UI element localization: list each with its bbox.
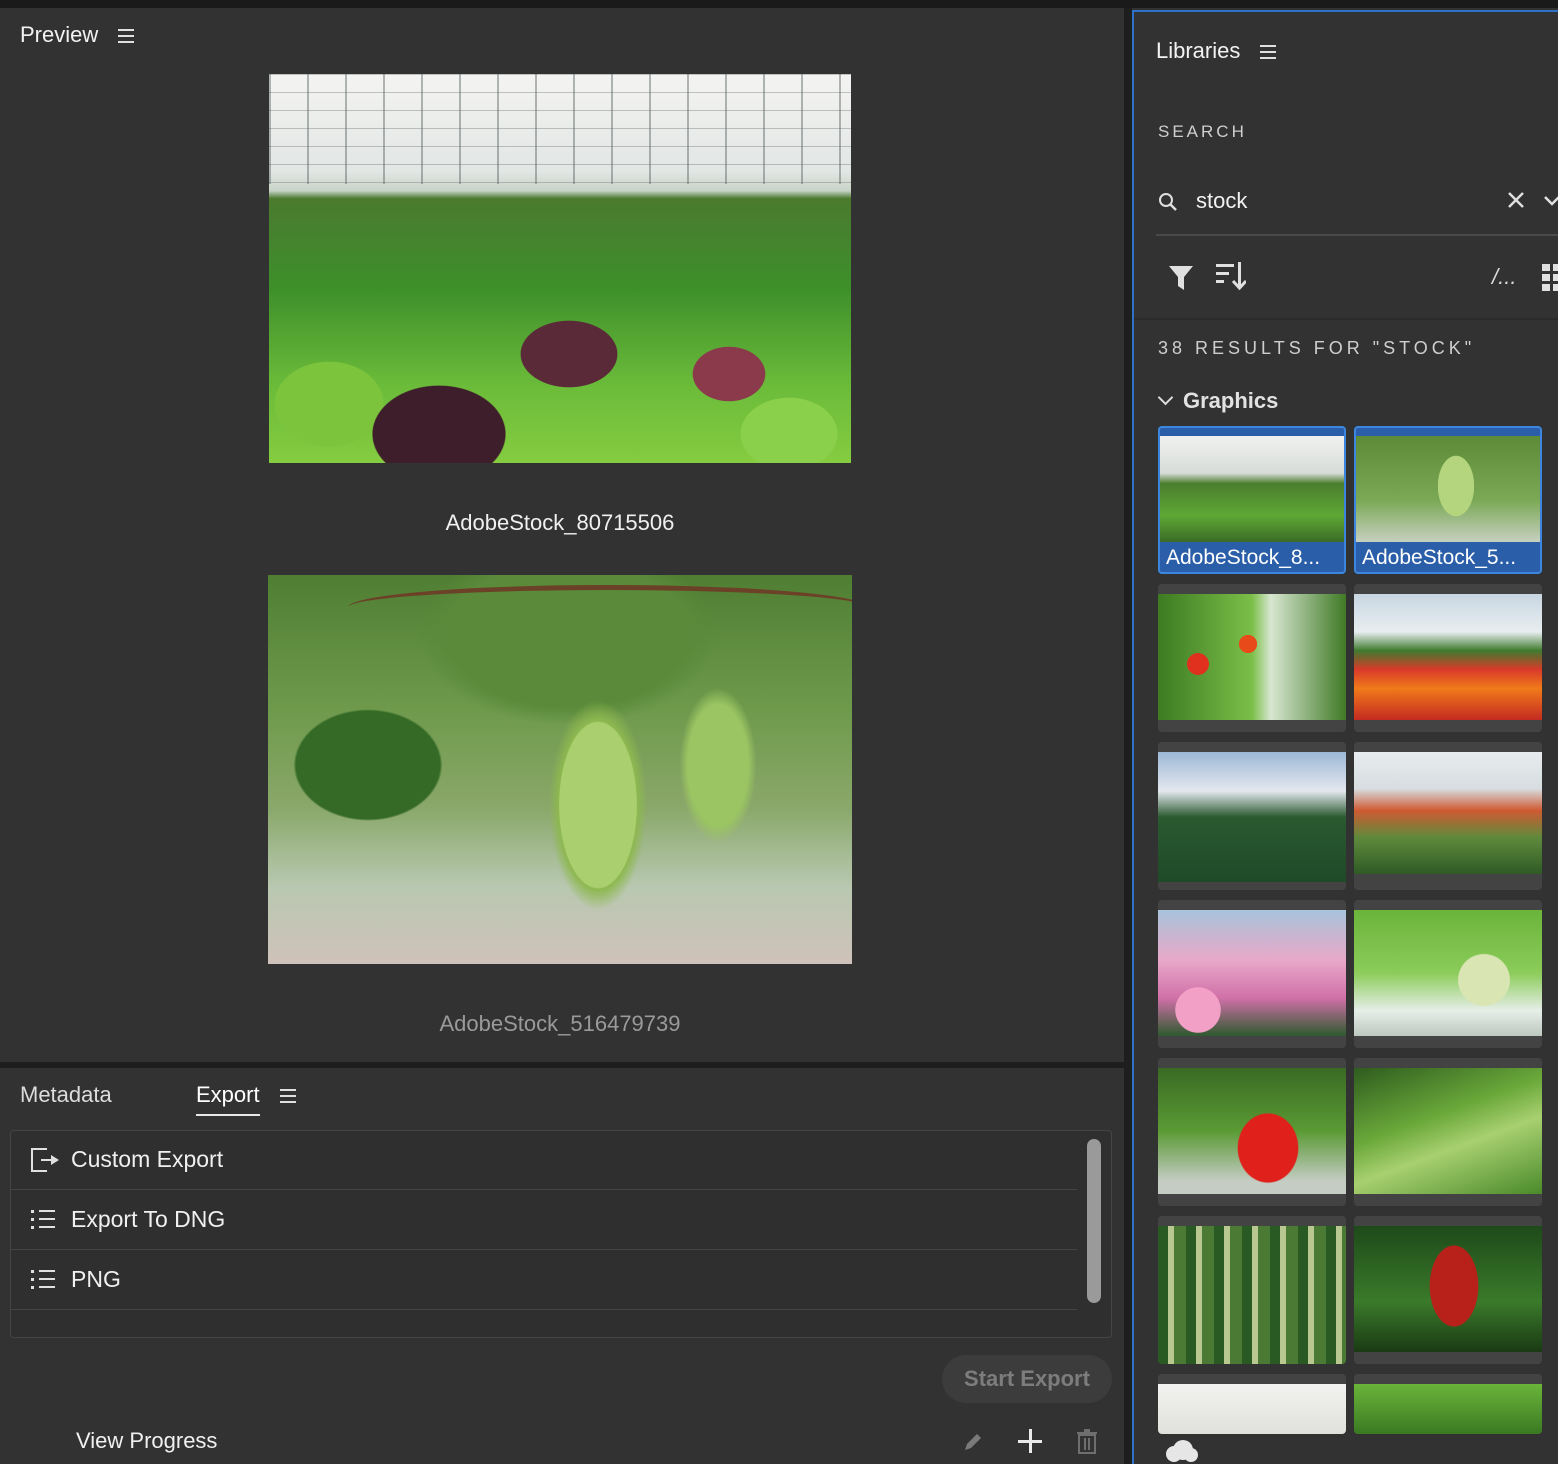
export-preset-label: Custom Export [71, 1146, 224, 1172]
asset-thumbnail-image [1356, 436, 1540, 542]
plus-icon[interactable] [1018, 1429, 1042, 1453]
search-box [1156, 172, 1558, 236]
library-asset-thumbnail[interactable] [1158, 1058, 1346, 1206]
tab-metadata[interactable]: Metadata [20, 1082, 112, 1108]
preview-menu-icon[interactable] [118, 29, 134, 43]
search-icon [1159, 193, 1177, 211]
asset-label: AdobeStock_8... [1166, 546, 1321, 569]
window-top-strip [0, 0, 1558, 8]
start-export-button[interactable]: Start Export [942, 1355, 1112, 1403]
library-asset-thumbnail[interactable] [1158, 742, 1346, 890]
library-asset-thumbnail[interactable] [1354, 742, 1542, 890]
libraries-panel-title: Libraries [1156, 38, 1241, 63]
sort-icon[interactable] [1214, 260, 1246, 292]
libraries-menu-icon[interactable] [1260, 45, 1276, 59]
panel-divider-vertical[interactable] [1124, 8, 1132, 1464]
list-icon [31, 1208, 57, 1234]
graphics-section-header[interactable]: Graphics [1156, 388, 1278, 414]
close-icon[interactable] [1504, 188, 1528, 212]
export-preset-label: PNG [71, 1266, 121, 1292]
search-heading: SEARCH [1158, 122, 1247, 141]
export-preset-png[interactable]: PNG [11, 1251, 1077, 1310]
preview-panel: Preview AdobeStock_80715506 AdobeStock_5… [0, 8, 1124, 1062]
library-asset-thumbnail[interactable] [1158, 900, 1346, 1048]
preview-caption: AdobeStock_516479739 [439, 1011, 681, 1036]
results-count: 38 RESULTS FOR "STOCK" [1158, 338, 1476, 358]
library-asset-thumbnail[interactable] [1158, 1374, 1346, 1434]
library-asset-thumbnail[interactable]: AdobeStock_8... [1158, 426, 1346, 574]
export-preset-label: Export To DNG [71, 1206, 226, 1232]
view-progress-link[interactable]: View Progress [76, 1428, 217, 1454]
preview-image-grapes[interactable] [268, 575, 852, 964]
asset-thumbnail-image [1160, 436, 1344, 542]
export-preset-list: Custom Export Export To DNG PNG [10, 1130, 1112, 1338]
cloud-icon[interactable] [1164, 1440, 1198, 1462]
graphics-section-title: Graphics [1183, 388, 1279, 413]
trash-icon[interactable] [1076, 1428, 1098, 1454]
filter-icon[interactable] [1168, 264, 1194, 292]
chevron-down-icon[interactable] [1542, 190, 1558, 210]
export-list-scrollbar[interactable] [1087, 1139, 1101, 1303]
search-input[interactable] [1196, 186, 1476, 216]
export-preset-export-to-dng[interactable]: Export To DNG [11, 1191, 1077, 1250]
library-asset-thumbnail[interactable] [1354, 900, 1542, 1048]
export-preset-custom-export[interactable]: Custom Export [11, 1131, 1077, 1190]
library-asset-thumbnail[interactable] [1354, 1216, 1542, 1364]
list-icon [31, 1268, 57, 1294]
library-asset-thumbnail[interactable] [1354, 584, 1542, 732]
export-panel: Metadata Export Custom Export Export To … [0, 1068, 1124, 1464]
libraries-toolbar: /... [1134, 248, 1558, 320]
asset-label: AdobeStock_5... [1362, 546, 1517, 569]
tab-export[interactable]: Export [196, 1082, 260, 1116]
preview-panel-title: Preview [20, 22, 99, 47]
preview-image-lettuce[interactable] [269, 74, 851, 463]
export-menu-icon[interactable] [280, 1089, 296, 1103]
library-asset-thumbnail[interactable]: AdobeStock_5... [1354, 426, 1542, 574]
library-asset-thumbnail[interactable] [1158, 1216, 1346, 1364]
library-asset-thumbnail[interactable] [1354, 1374, 1542, 1434]
pencil-icon[interactable] [962, 1431, 984, 1453]
more-options-label[interactable]: /... [1492, 264, 1516, 290]
list-view-icon[interactable] [1538, 262, 1558, 292]
library-asset-thumbnail[interactable] [1158, 584, 1346, 732]
libraries-panel: Libraries SEARCH /... [1132, 10, 1558, 1464]
chevron-down-icon [1157, 389, 1174, 406]
preview-caption: AdobeStock_80715506 [445, 510, 675, 535]
library-asset-thumbnail[interactable] [1354, 1058, 1542, 1206]
export-icon [31, 1148, 59, 1174]
